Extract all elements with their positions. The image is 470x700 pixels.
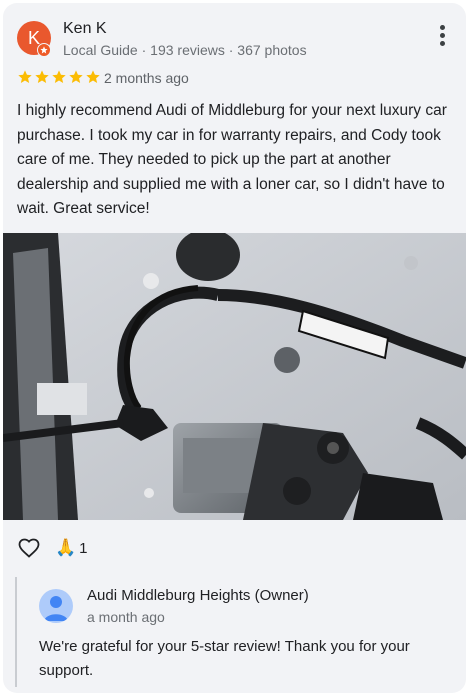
more-options-icon[interactable] xyxy=(440,25,446,49)
pray-reaction-icon[interactable]: 🙏 xyxy=(55,538,76,558)
review-actions: 🙏 1 xyxy=(17,533,88,563)
heart-icon[interactable] xyxy=(17,536,41,560)
pray-reaction-count: 1 xyxy=(79,539,88,557)
star-icon xyxy=(52,70,66,83)
owner-avatar[interactable] xyxy=(39,589,73,623)
author-meta: Local Guide · 193 reviews · 367 photos xyxy=(63,42,307,58)
author-name[interactable]: Ken K xyxy=(63,20,107,38)
star-icon xyxy=(35,70,49,83)
owner-reply-text: We're grateful for your 5-star review! T… xyxy=(39,638,410,679)
owner-reply: Audi Middleburg Heights (Owner) a month … xyxy=(15,577,457,687)
review-card: K Ken K Local Guide · 193 reviews · 367 … xyxy=(3,3,466,693)
star-icon xyxy=(86,70,100,83)
owner-reply-time: a month ago xyxy=(87,609,165,625)
star-icon xyxy=(69,70,83,83)
review-text: I highly recommend Audi of Middleburg fo… xyxy=(17,102,447,217)
review-photo[interactable] xyxy=(3,233,466,520)
review-header: K Ken K Local Guide · 193 reviews · 367 … xyxy=(3,3,466,67)
person-icon xyxy=(44,596,68,621)
star-rating xyxy=(17,67,102,87)
owner-name: Audi Middleburg Heights (Owner) xyxy=(87,587,309,604)
star-icon xyxy=(18,70,32,83)
review-time: 2 months ago xyxy=(104,70,189,86)
local-guide-badge-icon xyxy=(37,43,51,57)
